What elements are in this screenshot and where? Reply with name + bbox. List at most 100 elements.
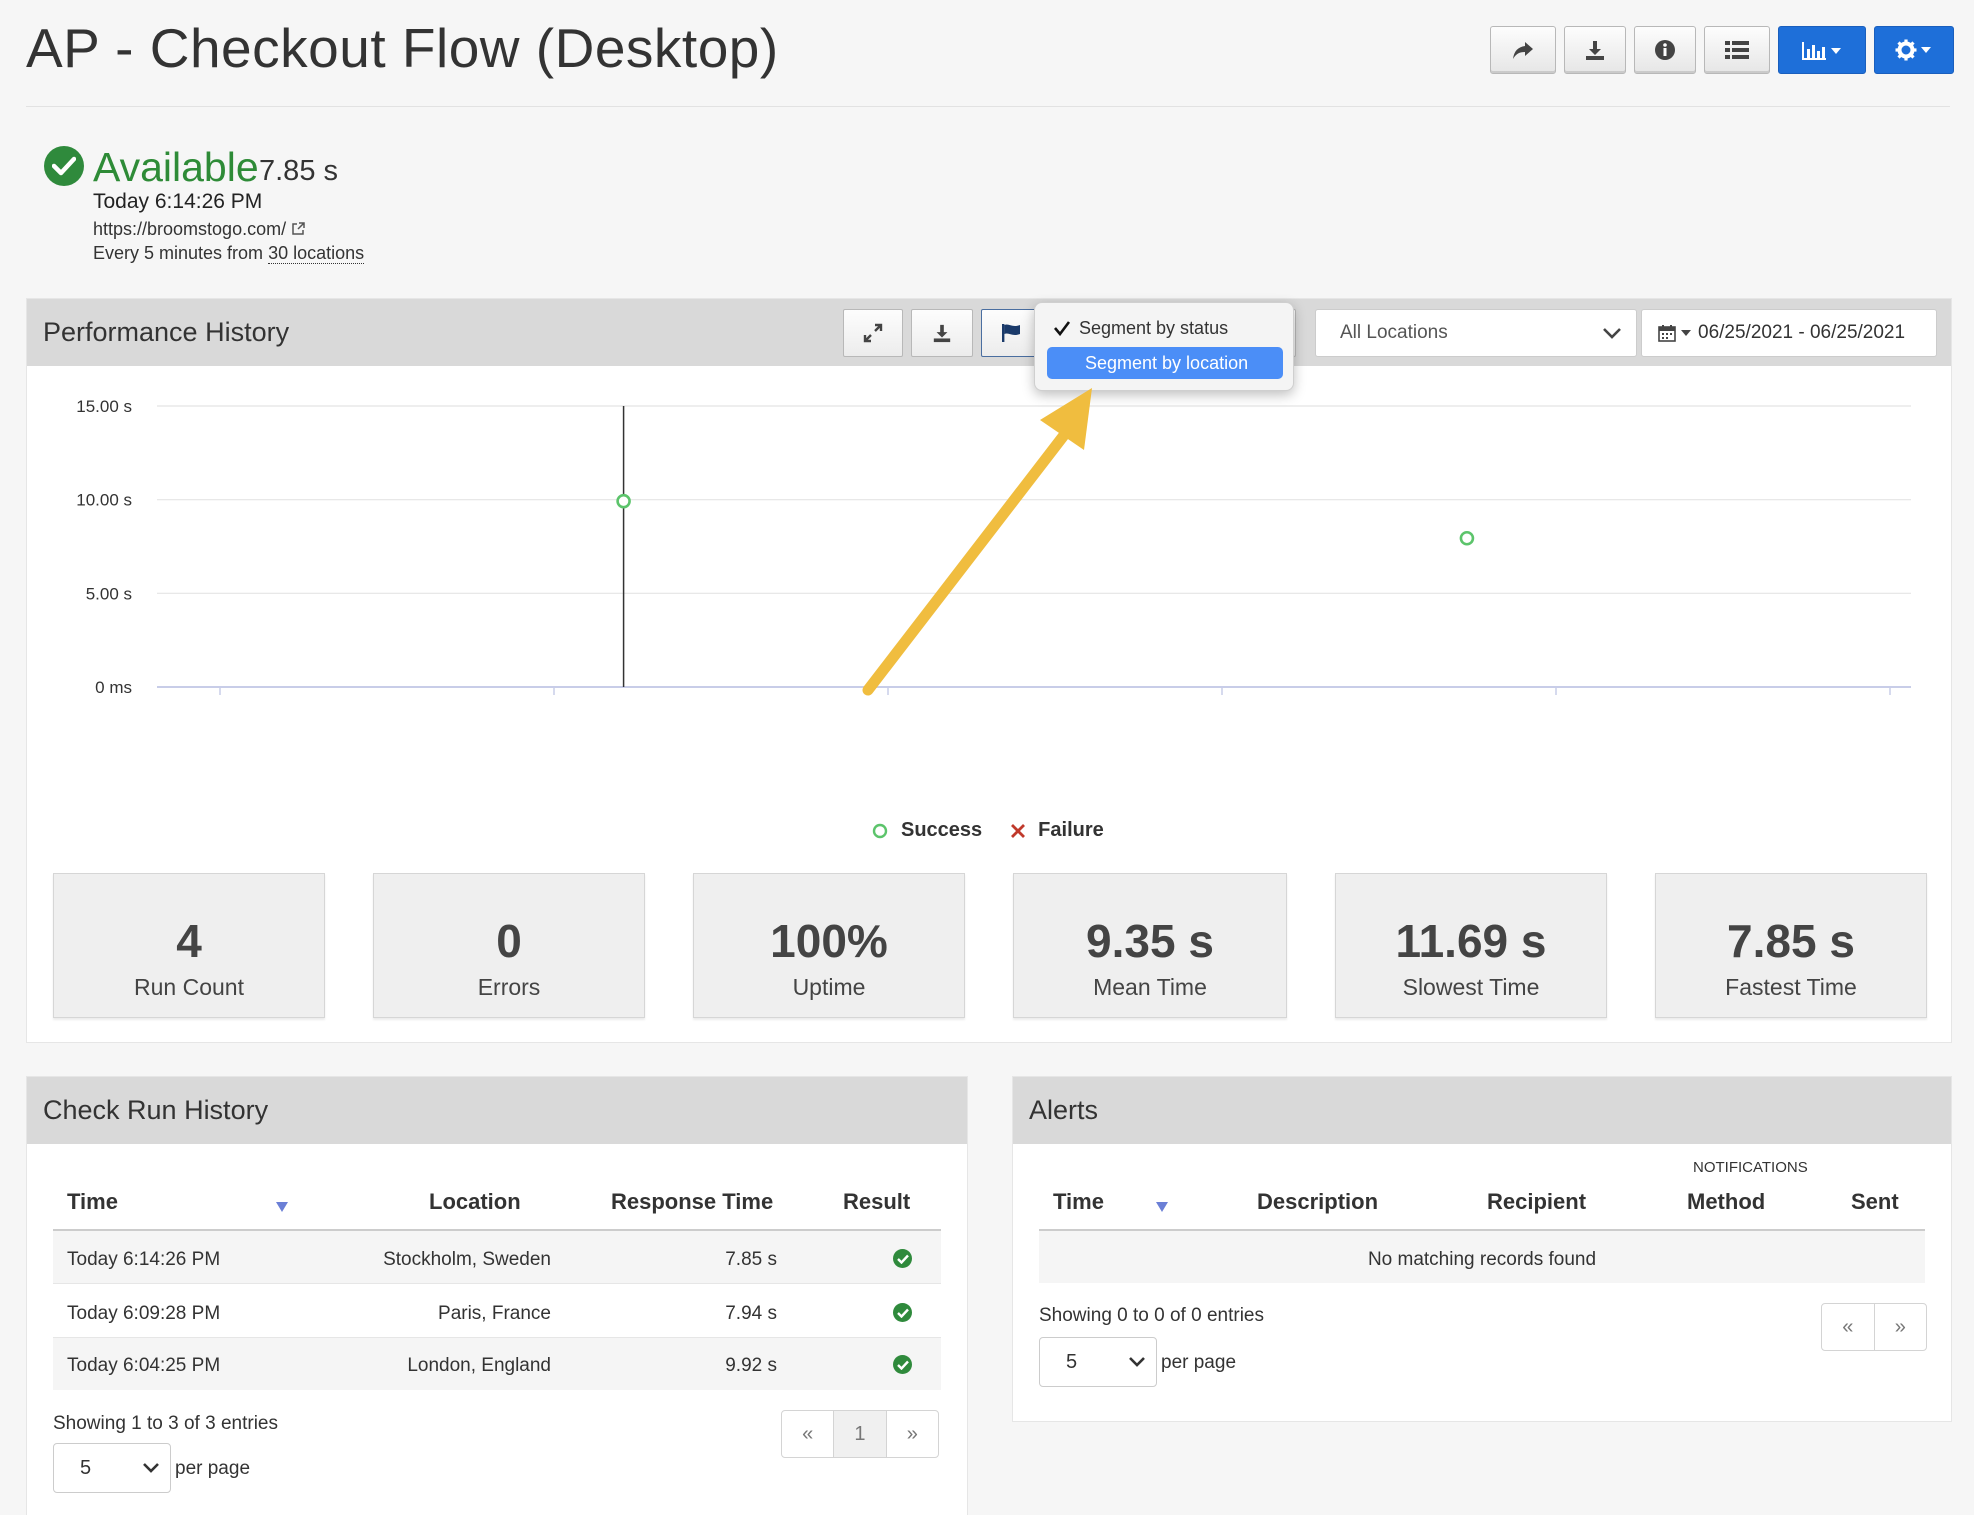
list-button[interactable] <box>1704 26 1770 74</box>
list-icon <box>1725 41 1749 59</box>
col-time[interactable]: Time <box>67 1189 118 1215</box>
chevron-down-icon <box>143 1463 159 1473</box>
stat-uptime: 100% Uptime <box>693 873 965 1018</box>
col-recipient[interactable]: Recipient <box>1487 1189 1586 1215</box>
col-sent[interactable]: Sent <box>1851 1189 1899 1215</box>
stat-errors: 0 Errors <box>373 873 645 1018</box>
check-run-history-title: Check Run History <box>43 1095 269 1125</box>
chevron-down-icon <box>1129 1357 1145 1367</box>
stat-value: 100% <box>770 915 888 967</box>
info-icon <box>1655 40 1675 60</box>
per-page-label: per page <box>1161 1352 1237 1373</box>
bar-chart-icon <box>1802 42 1841 60</box>
row-response: 7.94 s <box>725 1303 777 1324</box>
empty-message: No matching records found <box>1367 1249 1597 1270</box>
gear-icon <box>1895 39 1931 61</box>
success-check-icon <box>893 1355 912 1374</box>
x-tick-label: 6:04 pm <box>523 705 584 706</box>
checkmark-icon <box>1054 321 1071 336</box>
stat-label: Uptime <box>792 974 866 1000</box>
stat-value: 4 <box>176 915 202 967</box>
alerts-header: Alerts <box>1013 1077 1951 1144</box>
sort-desc-icon[interactable] <box>1155 1201 1169 1213</box>
date-range-picker[interactable]: 06/25/2021 - 06/25/2021 <box>1641 309 1937 357</box>
pager-prev[interactable]: « <box>1822 1304 1875 1350</box>
stat-label: Mean Time <box>1093 974 1207 1000</box>
download-icon <box>1586 41 1604 60</box>
col-response-time[interactable]: Response Time <box>611 1189 773 1215</box>
caret-down-icon <box>1681 330 1691 336</box>
stat-value: 11.69 s <box>1395 915 1547 967</box>
pager-next[interactable]: » <box>887 1411 938 1457</box>
info-button[interactable] <box>1634 26 1696 74</box>
col-result[interactable]: Result <box>843 1189 910 1215</box>
performance-title: Performance History <box>43 317 290 347</box>
notifications-group-header: NOTIFICATIONS <box>1693 1159 1808 1176</box>
segment-dropdown-menu: Segment by status Segment by location <box>1034 302 1294 391</box>
chart-menu-button[interactable] <box>1778 26 1866 74</box>
per-page-label: per page <box>175 1458 251 1479</box>
row-response: 9.92 s <box>725 1355 777 1376</box>
alerts-per-page-select[interactable]: 5 <box>1039 1337 1157 1387</box>
x-tick-label: 6:12 pm <box>1859 705 1920 706</box>
y-tick-label: 0 ms <box>95 678 132 697</box>
y-tick-label: 15.00 s <box>76 397 132 416</box>
row-location: Paris, France <box>438 1303 551 1324</box>
pager-prev[interactable]: « <box>782 1411 835 1457</box>
stat-fastest-time: 7.85 s Fastest Time <box>1655 873 1927 1018</box>
header-divider <box>26 106 1950 107</box>
check-runs-per-page-select[interactable]: 5 <box>53 1443 171 1493</box>
check-frequency: Every 5 minutes from 30 locations <box>93 243 365 264</box>
col-description[interactable]: Description <box>1257 1189 1378 1215</box>
locations-link[interactable]: 30 locations <box>268 243 365 264</box>
external-link-icon <box>292 222 305 235</box>
performance-panel-header: Performance History All Locations 06/25/… <box>27 299 1951 366</box>
chart-download-button[interactable] <box>911 309 973 357</box>
available-check-icon <box>44 146 84 186</box>
locations-select-value: All Locations <box>1340 322 1448 343</box>
share-button[interactable] <box>1490 26 1556 74</box>
failure-legend-icon <box>1011 823 1026 838</box>
stat-value: 9.35 s <box>1086 915 1214 967</box>
share-icon <box>1513 42 1533 59</box>
pager-next[interactable]: » <box>1875 1304 1927 1350</box>
legend-failure[interactable]: Failure <box>1038 819 1104 842</box>
settings-menu-button[interactable] <box>1874 26 1954 74</box>
data-point-success <box>616 493 631 509</box>
menu-item-segment-status[interactable]: Segment by status <box>1047 312 1283 344</box>
sort-desc-icon[interactable] <box>275 1201 289 1213</box>
x-tick-label: 6:02 pm <box>189 705 250 706</box>
download-button[interactable] <box>1564 26 1626 74</box>
data-point-success <box>1459 530 1475 546</box>
row-location: Stockholm, Sweden <box>383 1249 551 1270</box>
per-page-value: 5 <box>1066 1350 1078 1373</box>
legend-success[interactable]: Success <box>901 819 982 842</box>
pager-page[interactable]: 1 <box>834 1411 887 1457</box>
segment-button[interactable] <box>981 309 1041 357</box>
col-location[interactable]: Location <box>429 1189 521 1215</box>
check-url-link[interactable]: https://broomstogo.com/ <box>93 219 306 240</box>
stat-mean-time: 9.35 s Mean Time <box>1013 873 1287 1018</box>
flag-icon <box>1002 324 1020 342</box>
expand-icon <box>863 323 883 343</box>
row-divider <box>53 1283 941 1284</box>
chevron-down-icon <box>1603 328 1621 339</box>
col-time[interactable]: Time <box>1053 1189 1104 1215</box>
y-tick-label: 10.00 s <box>76 491 132 510</box>
stat-run-count: 4 Run Count <box>53 873 325 1018</box>
menu-item-segment-location[interactable]: Segment by location <box>1047 347 1283 379</box>
alerts-showing: Showing 0 to 0 of 0 entries <box>1039 1305 1264 1326</box>
stat-value: 0 <box>496 915 522 967</box>
check-runs-pager: « 1 » <box>781 1410 939 1458</box>
expand-button[interactable] <box>843 309 903 357</box>
date-range-value: 06/25/2021 - 06/25/2021 <box>1698 322 1906 343</box>
col-method[interactable]: Method <box>1687 1189 1765 1215</box>
menu-item-label: Segment by location <box>1085 352 1249 373</box>
locations-select[interactable]: All Locations <box>1315 309 1637 357</box>
stat-slowest-time: 11.69 s Slowest Time <box>1335 873 1607 1018</box>
check-run-history-header: Check Run History <box>27 1077 967 1144</box>
x-tick-label: 6:10 pm <box>1525 705 1586 706</box>
row-response: 7.85 s <box>725 1249 777 1270</box>
check-url[interactable]: https://broomstogo.com/ <box>93 219 286 239</box>
row-time: Today 6:09:28 PM <box>67 1303 221 1324</box>
